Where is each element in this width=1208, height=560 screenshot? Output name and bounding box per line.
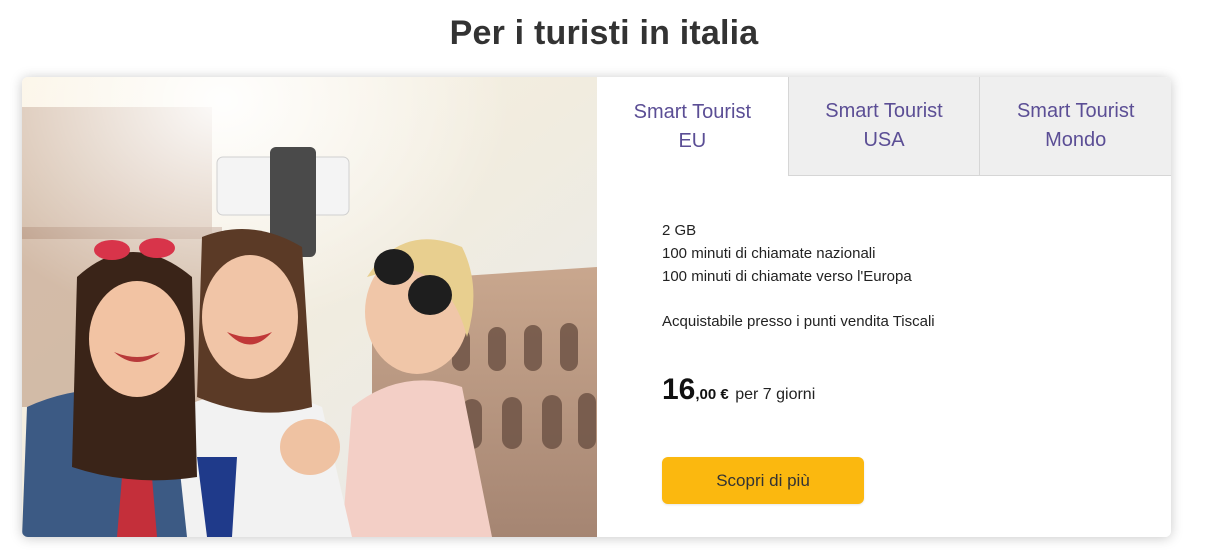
discover-more-button[interactable]: Scopri di più [662, 457, 864, 504]
tab-label-line1: Smart Tourist [825, 100, 943, 122]
tab-smart-tourist-eu[interactable]: Smart Tourist EU [597, 77, 788, 176]
price-decimal: ,00 € [695, 386, 729, 403]
availability-note: Acquistabile presso i punti vendita Tisc… [662, 313, 935, 330]
feature-item-europe-calls: 100 minuti di chiamate verso l'Europa [662, 268, 912, 285]
feature-item-data: 2 GB [662, 222, 697, 239]
tab-smart-tourist-usa[interactable]: Smart Tourist USA [787, 77, 980, 176]
tab-label-line2: EU [678, 129, 707, 152]
price-integer: 16 [662, 373, 696, 406]
offer-card: Smart Tourist EU Smart Tourist USA Smart… [22, 77, 1171, 537]
page-title: Per i turisti in italia [449, 14, 759, 52]
tab-label-line2: USA [863, 129, 905, 151]
tab-smart-tourist-mondo[interactable]: Smart Tourist Mondo [979, 77, 1171, 176]
feature-item-national-calls: 100 minuti di chiamate nazionali [662, 245, 876, 262]
tab-label-line1: Smart Tourist [1016, 100, 1135, 122]
tab-bar: Smart Tourist EU Smart Tourist USA Smart… [597, 77, 1171, 176]
tab-label-line2: Mondo [1045, 129, 1107, 151]
tab-label-line1: Smart Tourist [633, 100, 752, 123]
offer-panel: Smart Tourist EU Smart Tourist USA Smart… [597, 77, 1171, 537]
price: 16,00 € per 7 giorni [662, 373, 815, 407]
tourists-selfie-photo [22, 77, 597, 537]
feature-list: 2 GB 100 minuti di chiamate nazionali 10… [662, 219, 912, 288]
price-period: per 7 giorni [735, 386, 816, 403]
